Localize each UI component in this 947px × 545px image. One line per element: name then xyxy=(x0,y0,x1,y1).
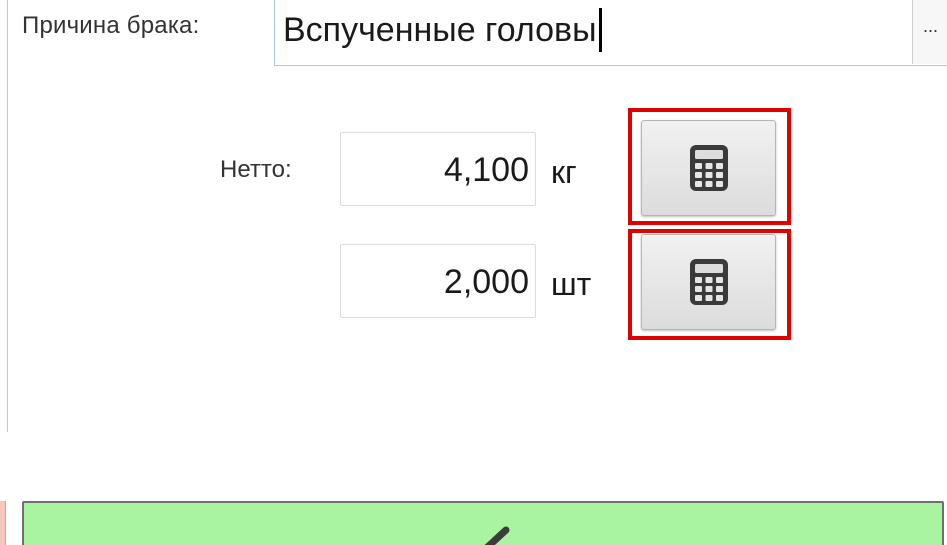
check-icon xyxy=(484,526,510,545)
net-weight-unit: кг xyxy=(551,154,577,190)
defect-reason-text: Вспученные головы xyxy=(283,10,597,49)
count-unit: шт xyxy=(551,266,592,302)
defect-reason-field[interactable]: Вспученные головы ... xyxy=(274,0,947,66)
defect-reason-label: Причина брака: xyxy=(22,12,200,39)
defect-reason-value[interactable]: Вспученные головы xyxy=(283,8,602,52)
defect-weight-form: Причина брака: Вспученные головы ... Нет… xyxy=(0,0,947,545)
left-panel-border xyxy=(0,0,8,432)
count-field[interactable]: 2,000 xyxy=(340,244,536,318)
net-weight-calculator-button[interactable] xyxy=(641,120,776,216)
netto-label: Нетто: xyxy=(220,156,292,183)
text-caret xyxy=(598,8,602,52)
count-calculator-button[interactable] xyxy=(641,234,776,330)
calculator-icon xyxy=(689,259,728,305)
calculator-icon xyxy=(689,145,728,191)
select-reason-button[interactable]: ... xyxy=(912,0,947,64)
cancel-button-edge[interactable] xyxy=(0,501,6,545)
net-weight-field[interactable]: 4,100 xyxy=(340,132,536,206)
